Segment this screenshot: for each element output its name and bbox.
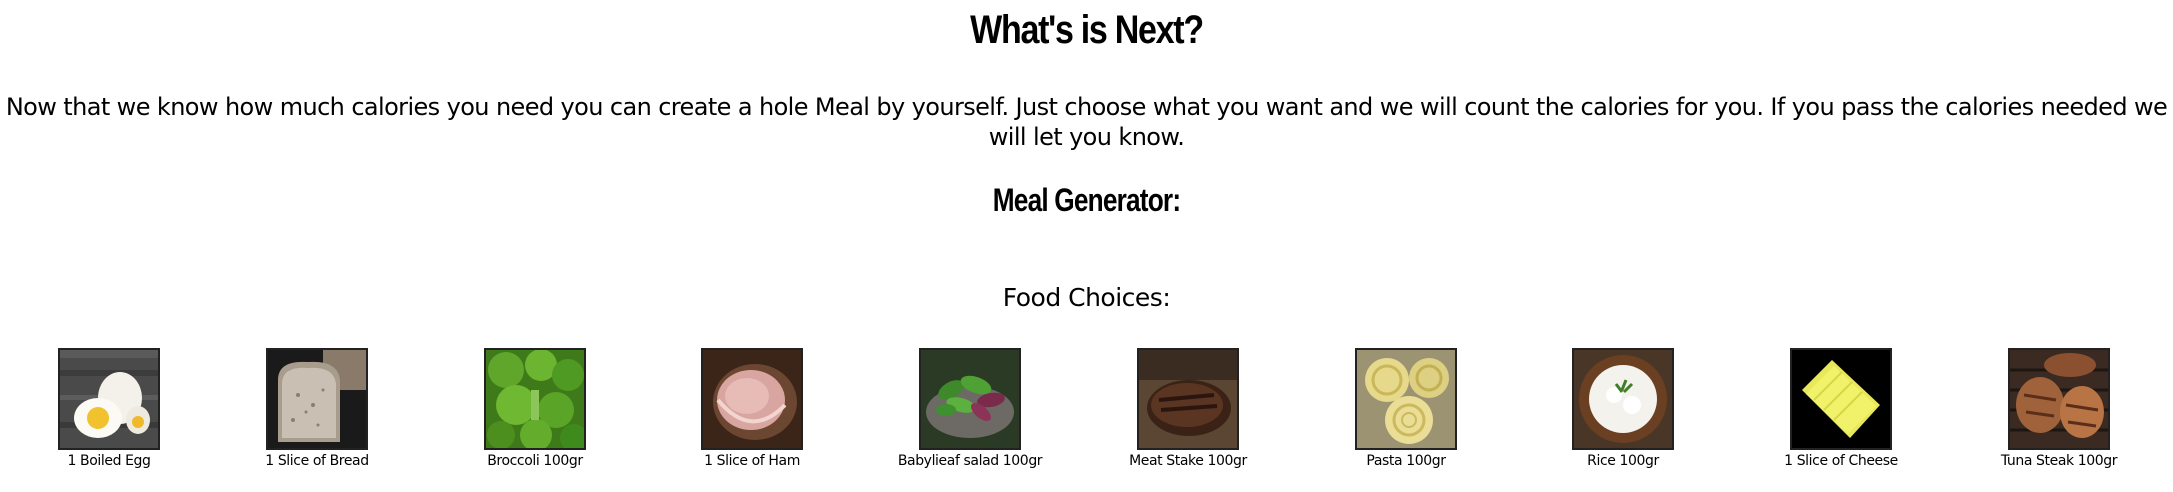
food-item-broccoli[interactable]: Broccoli 100gr [426, 348, 644, 469]
food-label: Broccoli 100gr [487, 453, 583, 469]
food-label: Tuna Steak 100gr [2000, 453, 2118, 469]
food-item-boiled-egg[interactable]: 1 Boiled Egg [0, 348, 218, 469]
steak-image[interactable] [1137, 348, 1239, 450]
broccoli-image[interactable] [484, 348, 586, 450]
food-label: 1 Slice of Bread [265, 453, 369, 469]
food-choices-heading: Food Choices: [1002, 283, 1171, 312]
boiled-egg-image[interactable] [58, 348, 160, 450]
food-item-salad[interactable]: Babylieaf salad 100gr [861, 348, 1079, 469]
food-label: 1 Slice of Ham [704, 453, 800, 469]
food-item-pasta[interactable]: Pasta 100gr [1297, 348, 1515, 469]
food-item-ham[interactable]: 1 Slice of Ham [643, 348, 861, 469]
food-item-tuna-steak[interactable]: Tuna Steak 100gr [1950, 348, 2168, 469]
food-item-cheese[interactable]: 1 Slice of Cheese [1732, 348, 1950, 469]
food-item-steak[interactable]: Meat Stake 100gr [1079, 348, 1297, 469]
food-label: 1 Boiled Egg [67, 453, 151, 469]
food-label: 1 Slice of Cheese [1784, 453, 1898, 469]
cheese-image[interactable] [1790, 348, 1892, 450]
food-label: Rice 100gr [1587, 453, 1659, 469]
food-label: Meat Stake 100gr [1129, 453, 1247, 469]
food-choices-list: 1 Boiled Egg 1 Slice of Bread Broccoli 1… [0, 348, 2173, 478]
food-label: Babylieaf salad 100gr [897, 453, 1043, 469]
food-item-bread[interactable]: 1 Slice of Bread [208, 348, 426, 469]
ham-image[interactable] [701, 348, 803, 450]
rice-image[interactable] [1572, 348, 1674, 450]
food-label: Pasta 100gr [1366, 453, 1446, 469]
bread-image[interactable] [266, 348, 368, 450]
salad-image[interactable] [919, 348, 1021, 450]
pasta-image[interactable] [1355, 348, 1457, 450]
tuna-steak-image[interactable] [2008, 348, 2110, 450]
meal-generator-heading: Meal Generator: [992, 182, 1181, 218]
page-title: What's is Next? [970, 8, 1204, 52]
intro-paragraph: Now that we know how much calories you n… [5, 93, 2168, 151]
food-item-rice[interactable]: Rice 100gr [1514, 348, 1732, 469]
